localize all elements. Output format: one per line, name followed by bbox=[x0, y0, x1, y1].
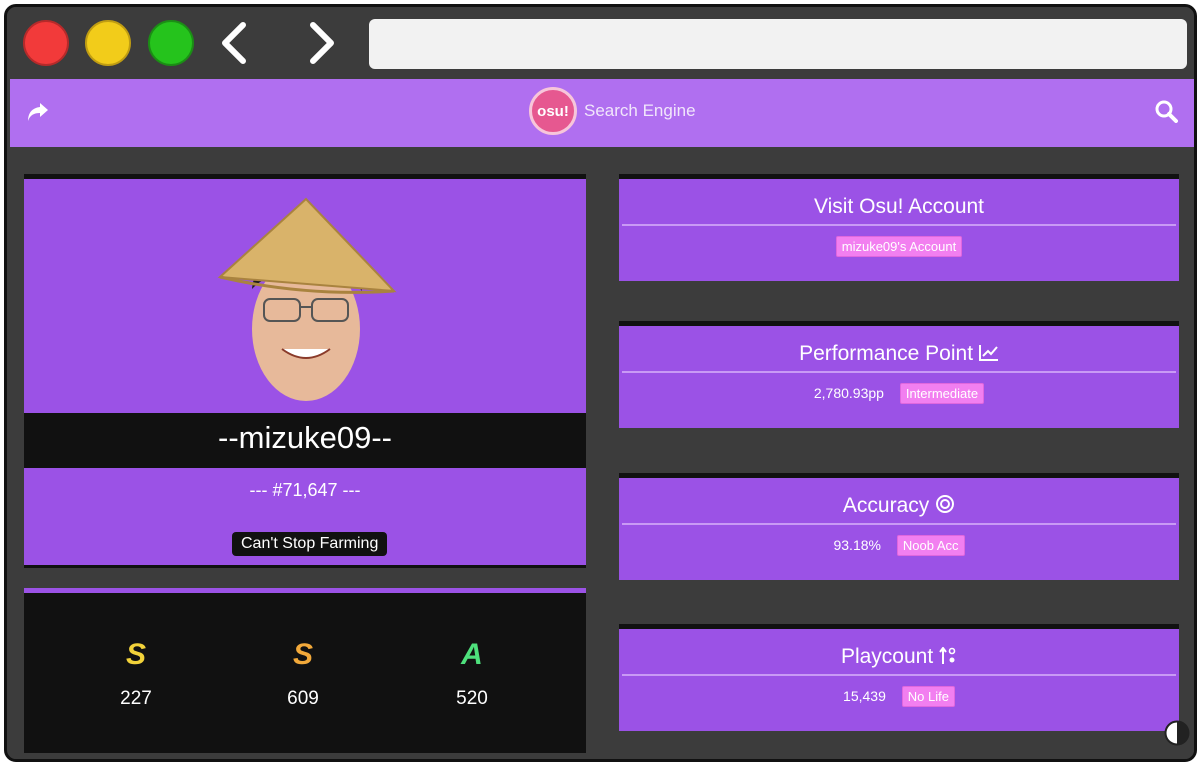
divider bbox=[622, 523, 1176, 525]
global-rank: --- #71,647 --- bbox=[249, 480, 361, 500]
browser-titlebar bbox=[7, 7, 1194, 79]
playcount-value: 15,439 bbox=[843, 688, 886, 704]
grade-s: S 609 bbox=[263, 638, 343, 710]
divider bbox=[622, 224, 1176, 226]
playcount-card: Playcount 15,439 No Life bbox=[619, 624, 1179, 731]
avatar bbox=[217, 197, 397, 401]
browser-window: osu! Search Engine --mizuke09-- --- #71,… bbox=[4, 4, 1197, 762]
chevron-left-icon bbox=[222, 22, 246, 64]
account-link[interactable]: mizuke09's Account bbox=[835, 236, 963, 257]
accuracy-tag: Noob Acc bbox=[896, 535, 965, 556]
target-icon bbox=[936, 495, 955, 513]
share-icon[interactable] bbox=[26, 101, 50, 123]
accuracy-card: Accuracy 93.18% Noob Acc bbox=[619, 473, 1179, 580]
minimize-window-button[interactable] bbox=[85, 20, 131, 66]
maximize-window-button[interactable] bbox=[148, 20, 194, 66]
pp-value: 2,780.93pp bbox=[813, 385, 884, 401]
forward-button[interactable] bbox=[301, 21, 341, 65]
performance-card-body: Performance Point 2,780.93pp Intermediat… bbox=[619, 326, 1179, 428]
performance-row: 2,780.93pp Intermediate bbox=[619, 383, 1179, 404]
title-badge: Can't Stop Farming bbox=[232, 532, 388, 556]
sort-icon bbox=[939, 646, 956, 664]
playcount-tag: No Life bbox=[901, 686, 955, 707]
divider bbox=[622, 371, 1176, 373]
grade-count: 227 bbox=[120, 688, 152, 709]
username: --mizuke09-- bbox=[24, 413, 586, 463]
chart-line-icon bbox=[978, 345, 998, 361]
app-header: osu! Search Engine bbox=[10, 79, 1194, 147]
playcount-card-title: Playcount bbox=[619, 645, 1179, 669]
grade-count: 609 bbox=[287, 688, 319, 709]
account-card-body: Visit Osu! Account mizuke09's Account bbox=[619, 179, 1179, 281]
account-card: Visit Osu! Account mizuke09's Account bbox=[619, 174, 1179, 281]
accuracy-card-title: Accuracy bbox=[619, 494, 1179, 518]
grade-count: 520 bbox=[456, 688, 488, 709]
divider bbox=[622, 674, 1176, 676]
playcount-title-text: Playcount bbox=[840, 645, 934, 668]
account-card-row: mizuke09's Account bbox=[619, 236, 1179, 257]
accuracy-card-body: Accuracy 93.18% Noob Acc bbox=[619, 478, 1179, 580]
avatar-area bbox=[24, 179, 586, 413]
osu-logo[interactable]: osu! bbox=[529, 87, 577, 135]
grade-a: A 520 bbox=[432, 638, 512, 710]
logo-text: osu! bbox=[537, 102, 569, 120]
accuracy-value: 93.18% bbox=[833, 537, 881, 553]
performance-card: Performance Point 2,780.93pp Intermediat… bbox=[619, 321, 1179, 428]
search-icon[interactable] bbox=[1154, 99, 1178, 123]
grade-letter: A bbox=[461, 638, 483, 671]
grade-counts-panel: S 227 S 609 A 520 bbox=[24, 588, 586, 753]
profile-card: --mizuke09-- --- #71,647 --- Can't Stop … bbox=[24, 174, 586, 568]
accuracy-title-text: Accuracy bbox=[842, 494, 930, 517]
playcount-row: 15,439 No Life bbox=[619, 686, 1179, 707]
close-window-button[interactable] bbox=[23, 20, 69, 66]
brand-title: Search Engine bbox=[584, 101, 696, 120]
chevron-right-icon bbox=[310, 22, 334, 64]
address-bar[interactable] bbox=[369, 19, 1187, 69]
rank-area: --- #71,647 --- Can't Stop Farming bbox=[24, 468, 586, 565]
playcount-card-body: Playcount 15,439 No Life bbox=[619, 629, 1179, 731]
grade-ss: S 227 bbox=[96, 638, 176, 710]
grade-letter: S bbox=[125, 638, 146, 671]
contrast-icon[interactable] bbox=[1164, 720, 1190, 746]
performance-title-text: Performance Point bbox=[799, 342, 974, 365]
grade-letter: S bbox=[292, 638, 313, 671]
performance-card-title: Performance Point bbox=[619, 342, 1179, 366]
pp-tag: Intermediate bbox=[899, 383, 985, 404]
account-card-title: Visit Osu! Account bbox=[813, 195, 985, 218]
accuracy-row: 93.18% Noob Acc bbox=[619, 535, 1179, 556]
main-content: --mizuke09-- --- #71,647 --- Can't Stop … bbox=[10, 147, 1194, 759]
back-button[interactable] bbox=[215, 21, 255, 65]
